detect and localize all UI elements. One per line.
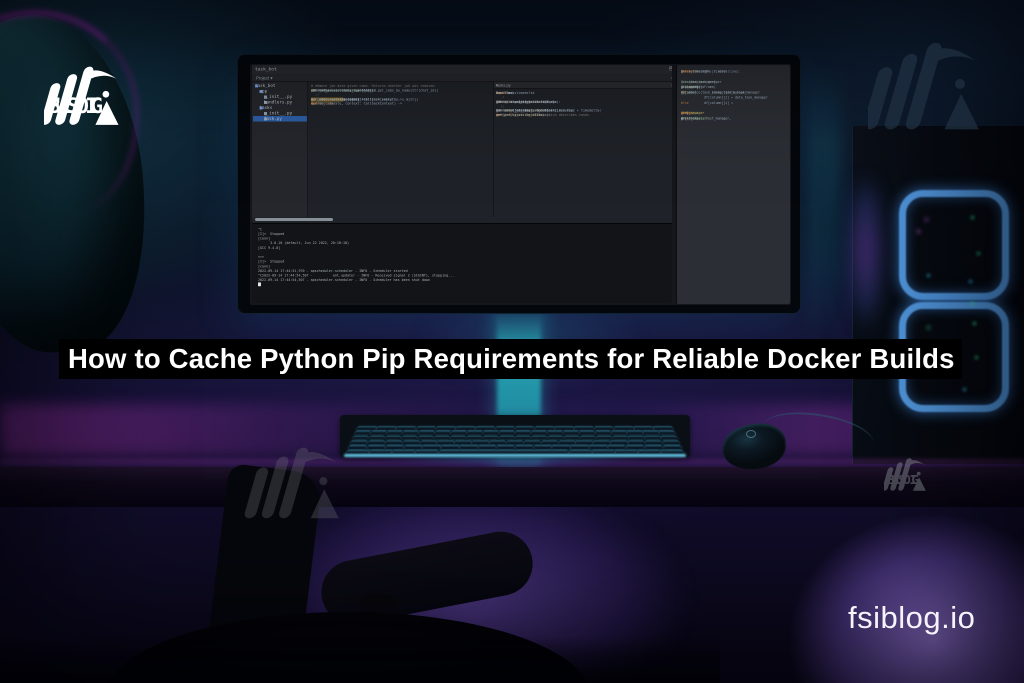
fsi-blog-logo: FSI BLOG <box>44 54 224 136</box>
logo-mark-icon <box>868 38 990 132</box>
blog-hero-image: task_bot –▢× Project ▾ ⚙ – task_botapp__… <box>0 0 1024 683</box>
watermark-logo-mid-right: FSI BLOG <box>884 440 1012 508</box>
site-url: fsiblog.io <box>848 600 1024 648</box>
headline-banner: How to Cache Python Pip Requirements for… <box>59 339 962 379</box>
logo-mark-icon <box>240 444 356 520</box>
logo-line2: BLOG <box>48 95 105 117</box>
headline-text: How to Cache Python Pip Requirements for… <box>59 343 955 375</box>
watermark-logo-mid-left <box>240 444 356 520</box>
watermark-line2: BLOG <box>887 474 920 487</box>
watermark-logo-top-right <box>868 38 990 132</box>
